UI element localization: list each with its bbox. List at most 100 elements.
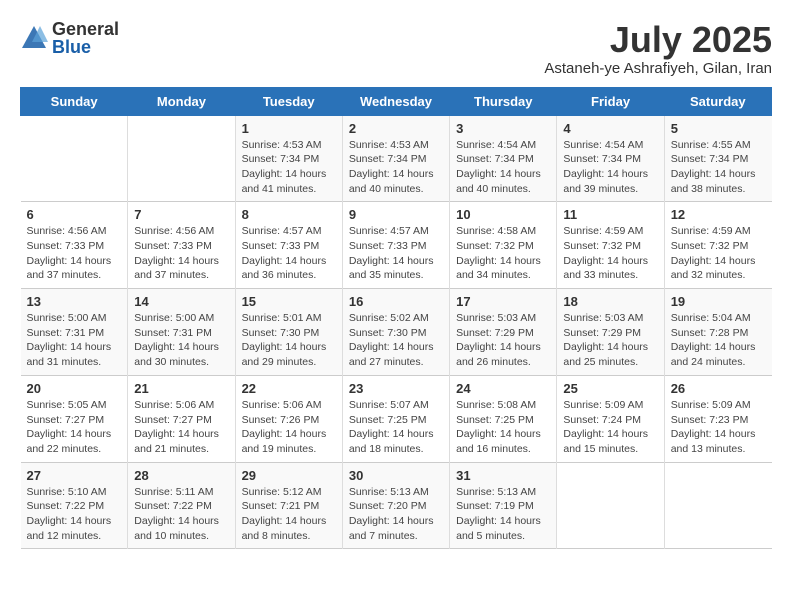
calendar-cell: 8 Sunrise: 4:57 AM Sunset: 7:33 PM Daylig…: [235, 202, 342, 289]
logo-icon: [20, 24, 48, 52]
day-number: 19: [671, 294, 766, 309]
day-info: Sunrise: 5:00 AM Sunset: 7:31 PM Dayligh…: [27, 311, 122, 370]
day-info: Sunrise: 5:03 AM Sunset: 7:29 PM Dayligh…: [563, 311, 657, 370]
day-info: Sunrise: 5:09 AM Sunset: 7:24 PM Dayligh…: [563, 398, 657, 457]
calendar-cell: 14 Sunrise: 5:00 AM Sunset: 7:31 PM Dayli…: [128, 289, 235, 376]
day-number: 16: [349, 294, 443, 309]
calendar-table: SundayMondayTuesdayWednesdayThursdayFrid…: [20, 87, 772, 550]
calendar-cell: [21, 115, 128, 202]
day-number: 24: [456, 381, 550, 396]
day-number: 4: [563, 121, 657, 136]
day-number: 27: [27, 468, 122, 483]
calendar-week-row: 27Sunrise: 5:10 AM Sunset: 7:22 PM Dayli…: [21, 462, 772, 549]
weekday-header: Saturday: [664, 87, 771, 115]
day-number: 21: [134, 381, 228, 396]
logo-blue-text: Blue: [52, 38, 119, 56]
day-info: Sunrise: 4:59 AM Sunset: 7:32 PM Dayligh…: [563, 224, 657, 283]
calendar-cell: 15 Sunrise: 5:01 AM Sunset: 7:30 PM Dayli…: [235, 289, 342, 376]
calendar-cell: 23Sunrise: 5:07 AM Sunset: 7:25 PM Dayli…: [342, 375, 449, 462]
day-info: Sunrise: 4:54 AM Sunset: 7:34 PM Dayligh…: [563, 138, 657, 197]
day-info: Sunrise: 4:56 AM Sunset: 7:33 PM Dayligh…: [134, 224, 228, 283]
calendar-cell: 26Sunrise: 5:09 AM Sunset: 7:23 PM Dayli…: [664, 375, 771, 462]
calendar-cell: 19Sunrise: 5:04 AM Sunset: 7:28 PM Dayli…: [664, 289, 771, 376]
day-number: 20: [27, 381, 122, 396]
calendar-cell: 29 Sunrise: 5:12 AM Sunset: 7:21 PM Dayli…: [235, 462, 342, 549]
month-title: July 2025: [544, 20, 772, 60]
calendar-week-row: 6Sunrise: 4:56 AM Sunset: 7:33 PM Daylig…: [21, 202, 772, 289]
day-number: 22: [242, 381, 336, 396]
calendar-cell: [557, 462, 664, 549]
calendar-cell: 11 Sunrise: 4:59 AM Sunset: 7:32 PM Dayli…: [557, 202, 664, 289]
day-info: Sunrise: 4:59 AM Sunset: 7:32 PM Dayligh…: [671, 224, 766, 283]
day-info: Sunrise: 4:57 AM Sunset: 7:33 PM Dayligh…: [349, 224, 443, 283]
calendar-cell: 22 Sunrise: 5:06 AM Sunset: 7:26 PM Dayli…: [235, 375, 342, 462]
weekday-header: Friday: [557, 87, 664, 115]
calendar-cell: 2Sunrise: 4:53 AM Sunset: 7:34 PM Daylig…: [342, 115, 449, 202]
day-info: Sunrise: 5:06 AM Sunset: 7:27 PM Dayligh…: [134, 398, 228, 457]
day-number: 11: [563, 207, 657, 222]
calendar-cell: 25 Sunrise: 5:09 AM Sunset: 7:24 PM Dayli…: [557, 375, 664, 462]
day-info: Sunrise: 5:01 AM Sunset: 7:30 PM Dayligh…: [242, 311, 336, 370]
day-number: 18: [563, 294, 657, 309]
calendar-cell: 21 Sunrise: 5:06 AM Sunset: 7:27 PM Dayli…: [128, 375, 235, 462]
day-info: Sunrise: 5:03 AM Sunset: 7:29 PM Dayligh…: [456, 311, 550, 370]
day-number: 29: [242, 468, 336, 483]
calendar-cell: 9 Sunrise: 4:57 AM Sunset: 7:33 PM Daylig…: [342, 202, 449, 289]
page-header: General Blue July 2025 Astaneh-ye Ashraf…: [20, 20, 772, 77]
calendar-cell: 7 Sunrise: 4:56 AM Sunset: 7:33 PM Daylig…: [128, 202, 235, 289]
calendar-cell: 3Sunrise: 4:54 AM Sunset: 7:34 PM Daylig…: [450, 115, 557, 202]
day-number: 2: [349, 121, 443, 136]
day-info: Sunrise: 4:54 AM Sunset: 7:34 PM Dayligh…: [456, 138, 550, 197]
day-number: 5: [671, 121, 766, 136]
calendar-cell: 20 Sunrise: 5:05 AM Sunset: 7:27 PM Dayli…: [21, 375, 128, 462]
day-number: 1: [242, 121, 336, 136]
calendar-cell: 4 Sunrise: 4:54 AM Sunset: 7:34 PM Daylig…: [557, 115, 664, 202]
day-number: 28: [134, 468, 228, 483]
day-number: 13: [27, 294, 122, 309]
calendar-cell: [128, 115, 235, 202]
title-section: July 2025 Astaneh-ye Ashrafiyeh, Gilan, …: [544, 20, 772, 77]
weekday-header: Wednesday: [342, 87, 449, 115]
day-info: Sunrise: 5:00 AM Sunset: 7:31 PM Dayligh…: [134, 311, 228, 370]
day-number: 15: [242, 294, 336, 309]
day-info: Sunrise: 5:12 AM Sunset: 7:21 PM Dayligh…: [242, 485, 336, 544]
calendar-cell: 31Sunrise: 5:13 AM Sunset: 7:19 PM Dayli…: [450, 462, 557, 549]
day-number: 26: [671, 381, 766, 396]
day-info: Sunrise: 4:53 AM Sunset: 7:34 PM Dayligh…: [242, 138, 336, 197]
day-number: 7: [134, 207, 228, 222]
calendar-cell: 10 Sunrise: 4:58 AM Sunset: 7:32 PM Dayli…: [450, 202, 557, 289]
day-number: 30: [349, 468, 443, 483]
calendar-cell: 16Sunrise: 5:02 AM Sunset: 7:30 PM Dayli…: [342, 289, 449, 376]
logo-general-text: General: [52, 20, 119, 38]
calendar-cell: 27Sunrise: 5:10 AM Sunset: 7:22 PM Dayli…: [21, 462, 128, 549]
calendar-cell: 12 Sunrise: 4:59 AM Sunset: 7:32 PM Dayli…: [664, 202, 771, 289]
calendar-cell: 1 Sunrise: 4:53 AM Sunset: 7:34 PM Daylig…: [235, 115, 342, 202]
calendar-week-row: 1 Sunrise: 4:53 AM Sunset: 7:34 PM Daylig…: [21, 115, 772, 202]
calendar-cell: 13 Sunrise: 5:00 AM Sunset: 7:31 PM Dayli…: [21, 289, 128, 376]
location-subtitle: Astaneh-ye Ashrafiyeh, Gilan, Iran: [544, 60, 772, 77]
calendar-cell: [664, 462, 771, 549]
day-number: 25: [563, 381, 657, 396]
day-info: Sunrise: 5:06 AM Sunset: 7:26 PM Dayligh…: [242, 398, 336, 457]
calendar-cell: 30 Sunrise: 5:13 AM Sunset: 7:20 PM Dayli…: [342, 462, 449, 549]
calendar-cell: 28 Sunrise: 5:11 AM Sunset: 7:22 PM Dayli…: [128, 462, 235, 549]
day-number: 9: [349, 207, 443, 222]
weekday-header: Monday: [128, 87, 235, 115]
day-info: Sunrise: 5:05 AM Sunset: 7:27 PM Dayligh…: [27, 398, 122, 457]
day-info: Sunrise: 4:55 AM Sunset: 7:34 PM Dayligh…: [671, 138, 766, 197]
logo: General Blue: [20, 20, 119, 56]
weekday-header: Sunday: [21, 87, 128, 115]
day-info: Sunrise: 5:11 AM Sunset: 7:22 PM Dayligh…: [134, 485, 228, 544]
calendar-cell: 6Sunrise: 4:56 AM Sunset: 7:33 PM Daylig…: [21, 202, 128, 289]
day-number: 12: [671, 207, 766, 222]
calendar-cell: 24Sunrise: 5:08 AM Sunset: 7:25 PM Dayli…: [450, 375, 557, 462]
weekday-header: Tuesday: [235, 87, 342, 115]
day-number: 23: [349, 381, 443, 396]
day-info: Sunrise: 5:13 AM Sunset: 7:20 PM Dayligh…: [349, 485, 443, 544]
day-info: Sunrise: 4:58 AM Sunset: 7:32 PM Dayligh…: [456, 224, 550, 283]
day-number: 14: [134, 294, 228, 309]
day-number: 10: [456, 207, 550, 222]
day-info: Sunrise: 4:57 AM Sunset: 7:33 PM Dayligh…: [242, 224, 336, 283]
calendar-cell: 5 Sunrise: 4:55 AM Sunset: 7:34 PM Daylig…: [664, 115, 771, 202]
day-number: 8: [242, 207, 336, 222]
